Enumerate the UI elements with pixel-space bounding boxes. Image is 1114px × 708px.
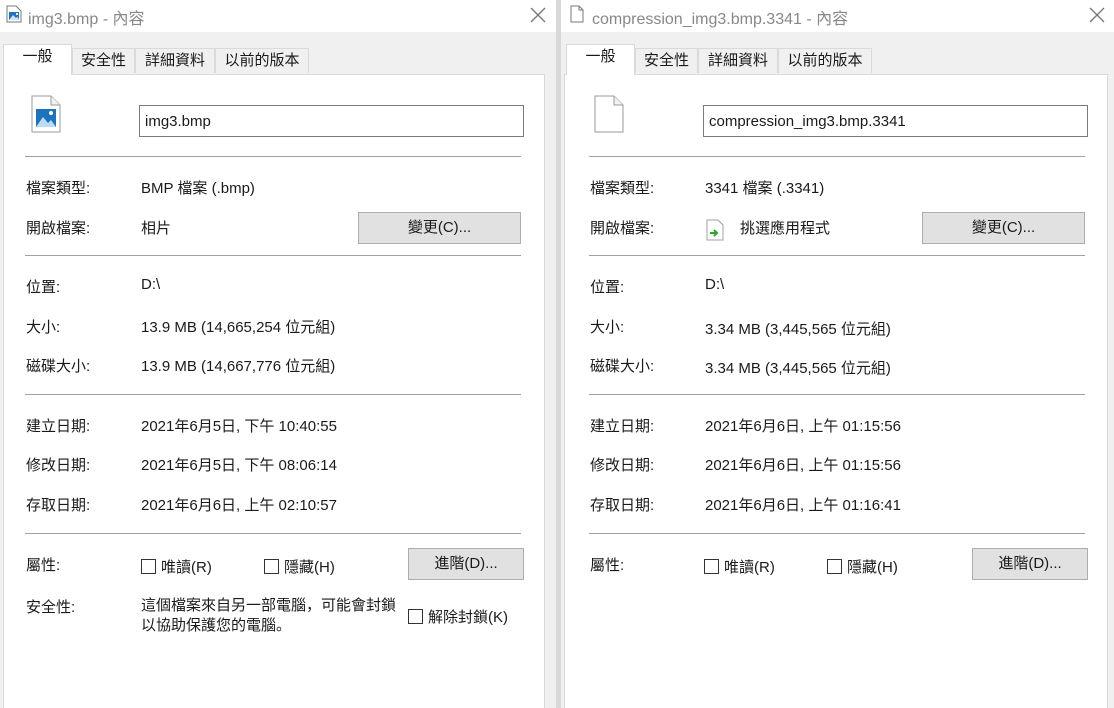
modified-label: 修改日期:: [26, 457, 91, 474]
tab-general[interactable]: 一般: [3, 44, 72, 75]
properties-window-img3: img3.bmp - 內容 一般 安全性 詳細資料 以前的版本 檔案類型: BM…: [0, 0, 556, 708]
image-file-icon: [6, 5, 22, 27]
size-on-disk-value: 13.9 MB (14,667,776 位元組): [141, 358, 336, 375]
size-label: 大小:: [590, 319, 625, 336]
attributes-label: 屬性:: [26, 557, 61, 574]
hidden-label: 隱藏(H): [847, 559, 898, 576]
tab-security[interactable]: 安全性: [72, 48, 135, 73]
separator: [589, 394, 1085, 395]
tab-strip: 一般 安全性 詳細資料 以前的版本: [0, 44, 556, 75]
attributes-label: 屬性:: [590, 557, 625, 574]
hidden-label: 隱藏(H): [284, 559, 335, 576]
separator: [589, 156, 1085, 157]
unblock-label: 解除封鎖(K): [428, 609, 508, 626]
close-icon[interactable]: [523, 2, 553, 28]
security-note: 這個檔案來自另一部電腦，可能會封鎖以協助保護您的電腦。: [141, 597, 397, 634]
tab-strip: 一般 安全性 詳細資料 以前的版本: [561, 44, 1114, 75]
file-type-value: 3341 檔案 (.3341): [705, 180, 825, 197]
size-label: 大小:: [26, 319, 61, 336]
size-on-disk-label: 磁碟大小:: [26, 358, 91, 375]
file-type-label: 檔案類型:: [590, 180, 655, 197]
blank-file-icon: [570, 5, 584, 27]
opens-with-value: 挑選應用程式: [740, 220, 831, 237]
accessed-value: 2021年6月6日, 上午 01:16:41: [705, 497, 901, 514]
size-value: 3.34 MB (3,445,565 位元組): [705, 321, 891, 338]
readonly-label: 唯讀(R): [161, 559, 212, 576]
checkbox-box[interactable]: [264, 559, 279, 574]
file-name-field[interactable]: [139, 105, 524, 137]
accessed-value: 2021年6月6日, 上午 02:10:57: [141, 497, 337, 514]
separator: [25, 533, 521, 534]
tab-details[interactable]: 詳細資料: [698, 48, 778, 73]
separator: [25, 156, 521, 157]
checkbox-box[interactable]: [141, 559, 156, 574]
unblock-checkbox[interactable]: 解除封鎖(K): [408, 606, 508, 627]
tab-security[interactable]: 安全性: [635, 48, 698, 73]
opens-with-label: 開啟檔案:: [590, 220, 655, 237]
modified-value: 2021年6月6日, 上午 01:15:56: [705, 457, 901, 474]
separator: [589, 533, 1085, 534]
security-label: 安全性:: [26, 599, 76, 616]
file-name-field[interactable]: [703, 105, 1088, 137]
created-value: 2021年6月6日, 上午 01:15:56: [705, 418, 901, 435]
tab-details[interactable]: 詳細資料: [135, 48, 215, 73]
opens-with-value: 相片: [141, 220, 172, 237]
change-button[interactable]: 變更(C)...: [922, 212, 1085, 244]
separator: [25, 394, 521, 395]
checkbox-box[interactable]: [827, 559, 842, 574]
created-label: 建立日期:: [26, 418, 91, 435]
size-on-disk-label: 磁碟大小:: [590, 358, 655, 375]
created-label: 建立日期:: [590, 418, 655, 435]
hidden-checkbox[interactable]: 隱藏(H): [827, 556, 898, 577]
general-panel: [564, 74, 1108, 708]
file-type-value: BMP 檔案 (.bmp): [141, 180, 255, 197]
change-button[interactable]: 變更(C)...: [358, 212, 521, 244]
window-title: img3.bmp - 內容: [28, 11, 145, 28]
size-on-disk-value: 3.34 MB (3,445,565 位元組): [705, 360, 891, 377]
size-value: 13.9 MB (14,665,254 位元組): [141, 319, 336, 336]
separator: [589, 255, 1085, 256]
advanced-button[interactable]: 進階(D)...: [408, 548, 524, 580]
hidden-checkbox[interactable]: 隱藏(H): [264, 556, 335, 577]
window-title: compression_img3.bmp.3341 - 內容: [592, 11, 849, 28]
readonly-label: 唯讀(R): [724, 559, 775, 576]
location-label: 位置:: [26, 279, 61, 296]
location-value: D:\: [705, 276, 725, 293]
checkbox-box[interactable]: [408, 609, 423, 624]
readonly-checkbox[interactable]: 唯讀(R): [704, 556, 775, 577]
separator: [25, 255, 521, 256]
advanced-button[interactable]: 進階(D)...: [972, 548, 1088, 580]
location-label: 位置:: [590, 279, 625, 296]
pick-app-icon: [706, 219, 724, 245]
accessed-label: 存取日期:: [590, 497, 655, 514]
title-bar: img3.bmp - 內容: [0, 0, 556, 32]
checkbox-box[interactable]: [704, 559, 719, 574]
opens-with-label: 開啟檔案:: [26, 220, 91, 237]
properties-window-compression-img3: compression_img3.bmp.3341 - 內容 一般 安全性 詳細…: [561, 0, 1114, 708]
accessed-label: 存取日期:: [26, 497, 91, 514]
tab-previous-versions[interactable]: 以前的版本: [778, 48, 872, 73]
close-icon[interactable]: [1082, 2, 1112, 28]
location-value: D:\: [141, 276, 161, 293]
blank-file-icon: [594, 95, 624, 137]
tab-general[interactable]: 一般: [566, 44, 635, 75]
tab-previous-versions[interactable]: 以前的版本: [215, 48, 309, 73]
created-value: 2021年6月5日, 下午 10:40:55: [141, 418, 337, 435]
modified-label: 修改日期:: [590, 457, 655, 474]
modified-value: 2021年6月5日, 下午 08:06:14: [141, 457, 337, 474]
title-bar: compression_img3.bmp.3341 - 內容: [561, 0, 1114, 32]
readonly-checkbox[interactable]: 唯讀(R): [141, 556, 212, 577]
file-type-label: 檔案類型:: [26, 180, 91, 197]
image-file-icon: [31, 95, 61, 137]
